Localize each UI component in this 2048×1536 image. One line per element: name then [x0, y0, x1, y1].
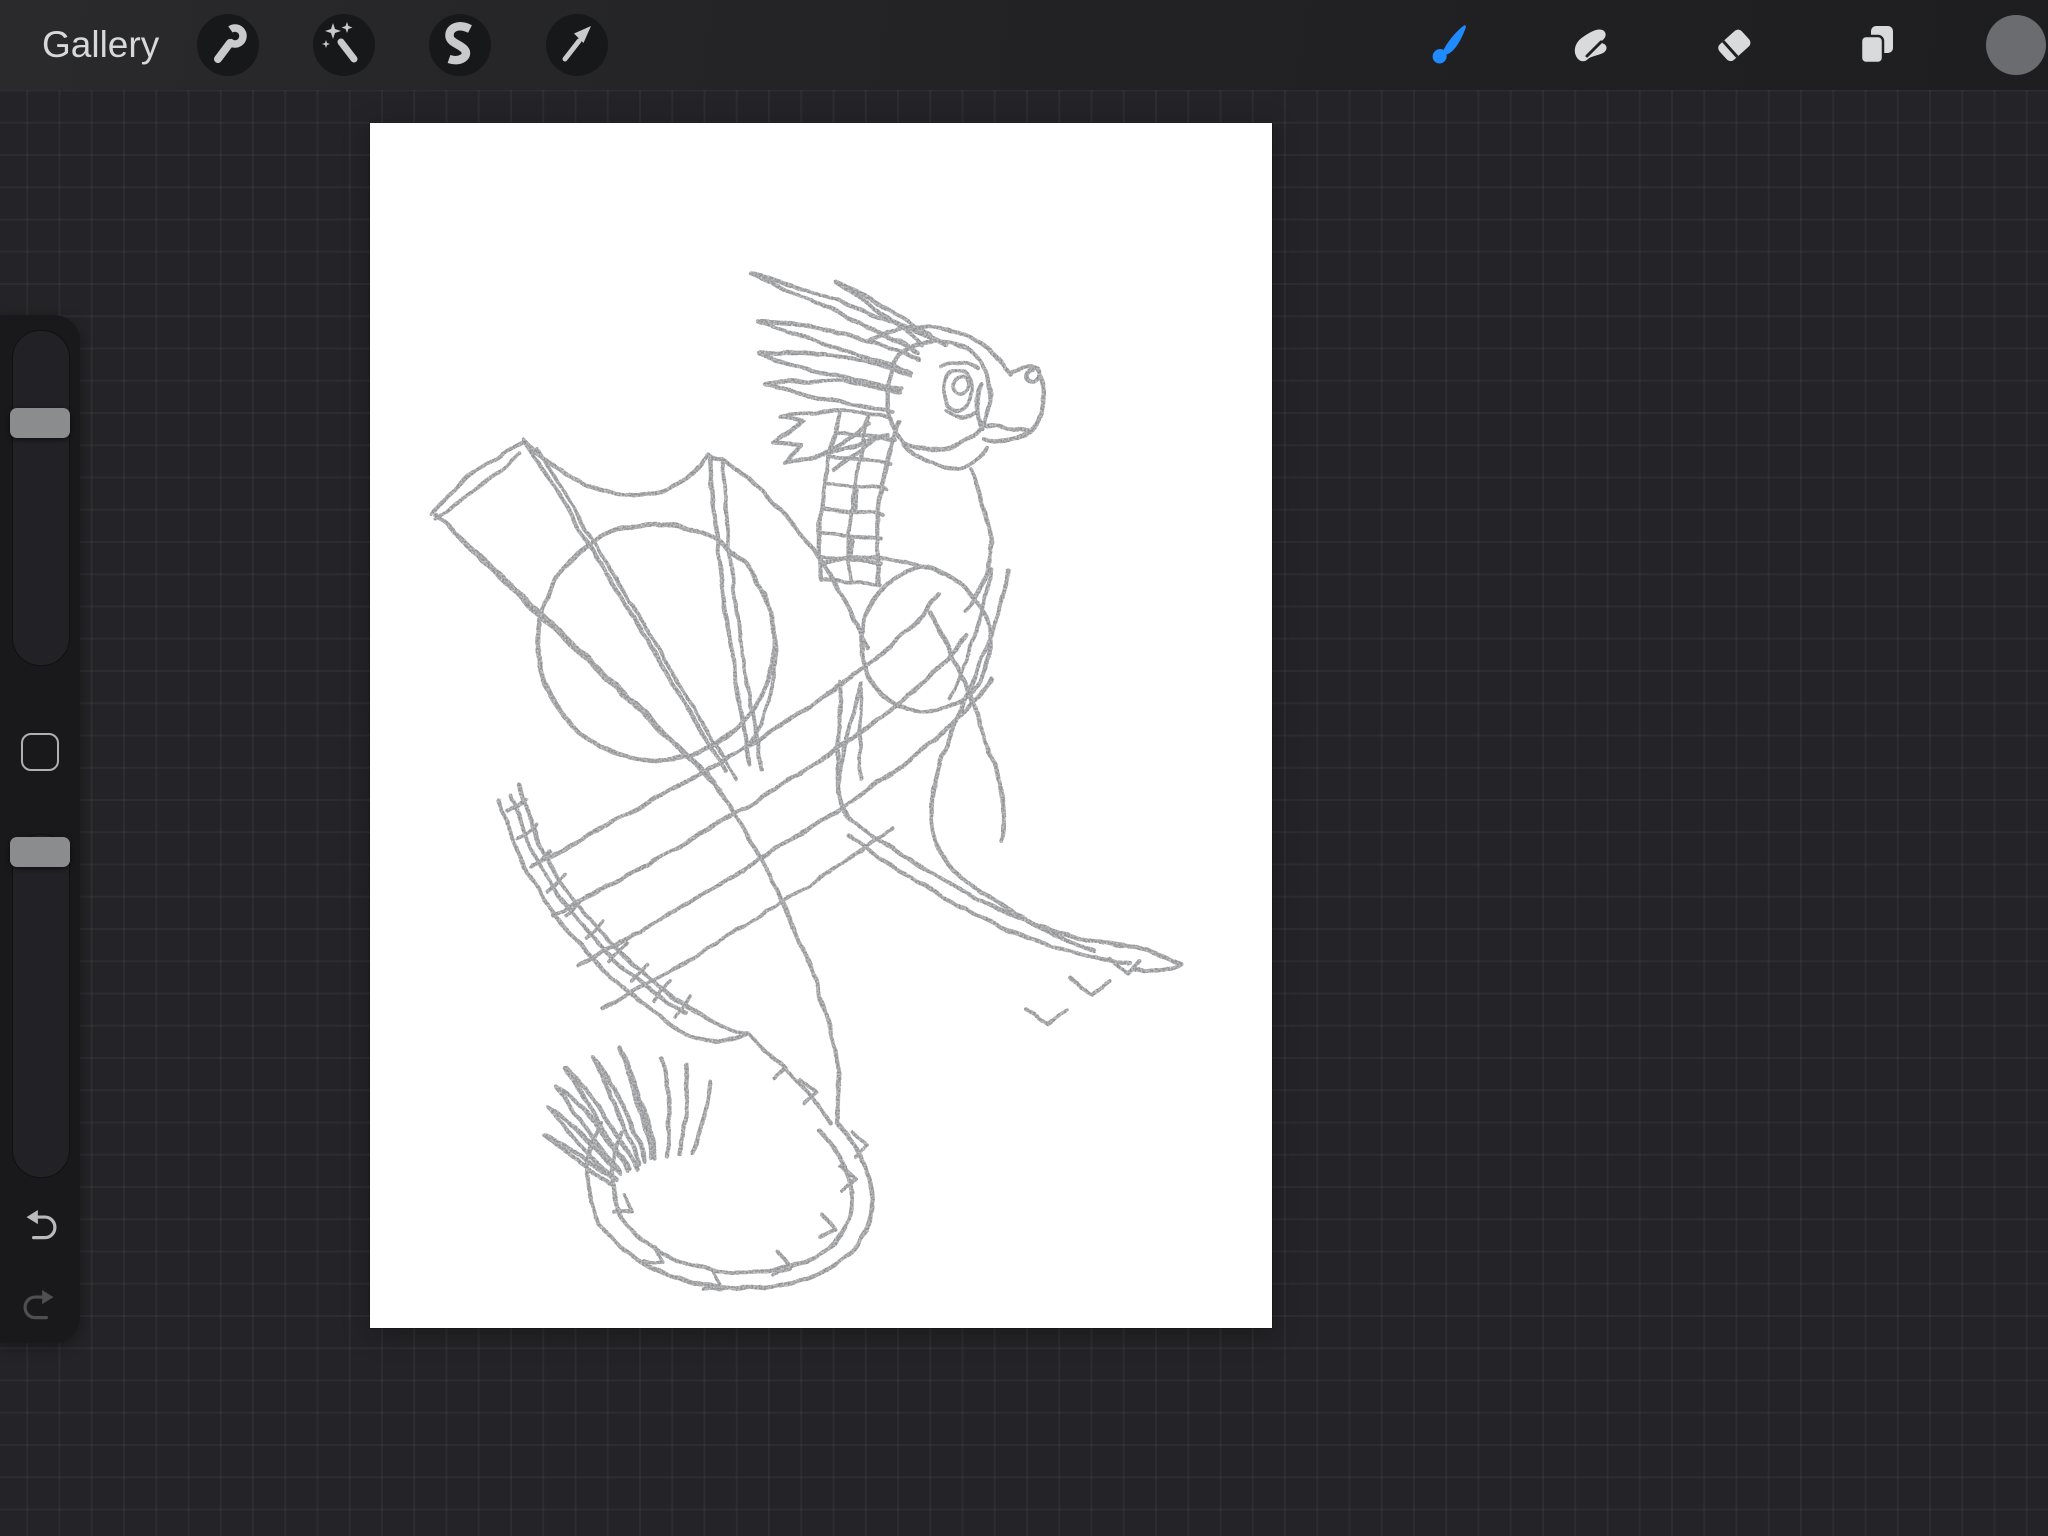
- selection-button[interactable]: [429, 14, 491, 76]
- brush-size-handle[interactable]: [10, 408, 70, 438]
- dragon-wing: [429, 436, 995, 1011]
- gallery-button[interactable]: Gallery: [42, 0, 159, 90]
- erase-tool-button[interactable]: [1703, 14, 1765, 76]
- dragon-head: [867, 325, 1047, 546]
- smudge-tool-button[interactable]: [1560, 14, 1622, 76]
- brush-sidebar: [0, 315, 80, 1343]
- dragon-tail-tuft: [541, 1044, 713, 1188]
- actions-button[interactable]: [197, 14, 259, 76]
- paint-tool-button[interactable]: [1417, 14, 1479, 76]
- dragon-tail: [497, 768, 875, 1291]
- selection-s-icon: [445, 22, 472, 65]
- top-toolbar: Gallery: [0, 0, 2048, 90]
- adjustments-button[interactable]: [313, 14, 375, 76]
- layers-button[interactable]: [1846, 14, 1908, 76]
- brush-size-slider[interactable]: [10, 330, 70, 666]
- paintbrush-icon: [1432, 25, 1466, 64]
- color-swatch-circle: [1986, 15, 2046, 75]
- layers-icon: [1859, 26, 1893, 65]
- transform-button[interactable]: [546, 14, 608, 76]
- procreate-app: Gallery: [0, 0, 2048, 1536]
- drawing-canvas[interactable]: [370, 123, 1272, 1328]
- smudge-finger-icon: [1574, 29, 1607, 62]
- modify-button[interactable]: [21, 733, 59, 771]
- opacity-handle[interactable]: [10, 837, 70, 867]
- wrench-icon: [214, 24, 247, 63]
- transform-arrow-icon: [562, 26, 591, 62]
- dragon-legs: [835, 566, 1185, 1027]
- opacity-slider[interactable]: [10, 834, 70, 1178]
- dragon-crest: [748, 271, 948, 473]
- undo-icon: [26, 1209, 57, 1240]
- dragon-sketch: [429, 271, 1185, 1291]
- redo-button[interactable]: [18, 1285, 62, 1329]
- magic-wand-icon: [322, 22, 358, 63]
- eraser-icon: [1718, 29, 1751, 62]
- color-swatch-button[interactable]: [1985, 14, 2047, 76]
- redo-icon: [23, 1289, 54, 1320]
- undo-button[interactable]: [18, 1205, 62, 1249]
